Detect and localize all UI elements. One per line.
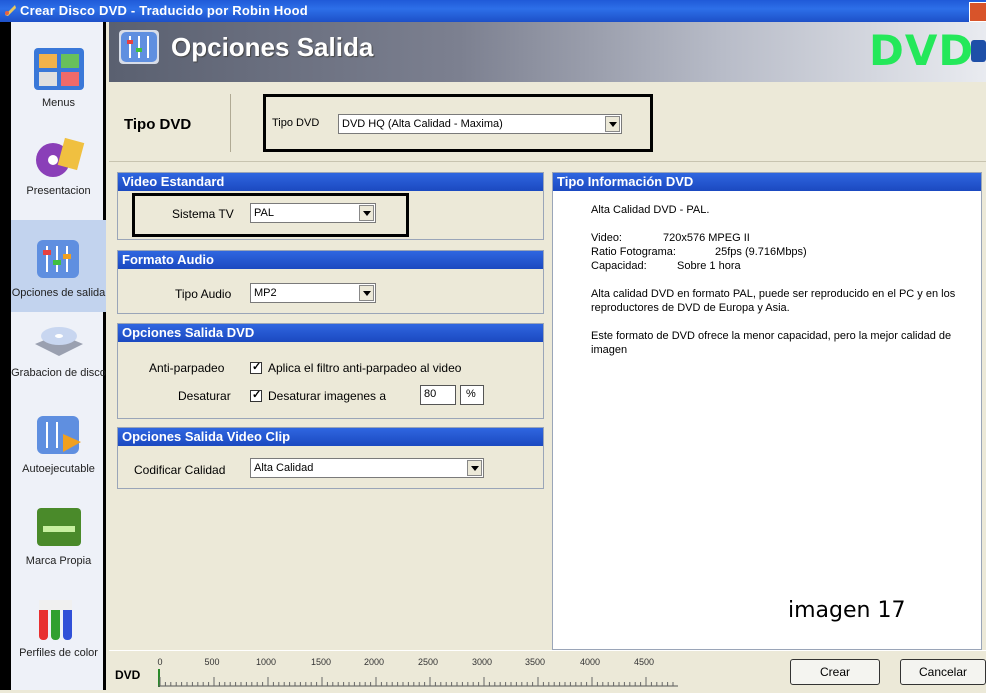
presentation-icon [35, 137, 84, 177]
image-caption: imagen 17 [788, 598, 906, 623]
cancel-button[interactable]: Cancelar [900, 659, 986, 685]
info-key: Capacidad: [591, 260, 647, 272]
group-title: Opciones Salida DVD [118, 324, 543, 342]
sidebar-item-perfiles-color[interactable]: Perfiles de color [11, 596, 106, 659]
audio-type-select[interactable]: MP2 [250, 283, 376, 303]
info-row-video: Video: 720x576 MPEG II [591, 231, 963, 245]
color-profiles-icon [38, 600, 72, 640]
info-value: 720x576 MPEG II [663, 232, 750, 244]
dvd-type-label: Tipo DVD [272, 117, 320, 129]
desaturate-text: Desaturar imagenes a [268, 389, 387, 403]
sidebar-item-opciones-salida[interactable]: Opciones de salida [11, 220, 106, 312]
sidebar-item-label: Marca Propia [25, 555, 92, 567]
info-row-capacity: Capacidad: Sobre 1 hora [591, 259, 963, 273]
group-title: Formato Audio [118, 251, 543, 269]
info-body: Alta Calidad DVD - PAL. Video: 720x576 M… [591, 203, 963, 371]
scale-tick: 4500 [633, 657, 655, 667]
dvd-badge: DVD [869, 26, 975, 75]
sidebar-item-marca-propia[interactable]: Marca Propia [11, 504, 106, 567]
scale-tick: 1500 [310, 657, 332, 667]
capacity-meter: 0 500 1000 1500 2000 2500 3000 3500 4000… [148, 655, 678, 690]
close-window-button[interactable] [969, 2, 986, 22]
create-button[interactable]: Crear [790, 659, 880, 685]
info-panel-title: Tipo Información DVD [553, 173, 981, 191]
dvd-info-panel: Tipo Información DVD Alta Calidad DVD - … [552, 172, 982, 650]
scale-tick: 2000 [363, 657, 385, 667]
window-title: Crear Disco DVD - Traducido por Robin Ho… [20, 3, 308, 18]
sidebar-item-label: Presentacion [26, 185, 91, 197]
tv-system-label: Sistema TV [172, 207, 234, 221]
chevron-down-icon[interactable] [359, 205, 374, 221]
dvd-type-select[interactable]: DVD HQ (Alta Calidad - Maxima) [338, 114, 622, 134]
audio-type-label: Tipo Audio [175, 287, 232, 301]
branding-icon [36, 508, 81, 546]
encode-quality-select[interactable]: Alta Calidad [250, 458, 484, 478]
disc-burn-icon [34, 327, 83, 356]
info-row-ratio: Ratio Fotograma: 25fps (9.716Mbps) [591, 245, 963, 259]
window-title-bar[interactable]: Crear Disco DVD - Traducido por Robin Ho… [0, 0, 986, 22]
tv-system-value: PAL [254, 207, 274, 219]
sidebar-item-label: Opciones de salida [11, 287, 106, 299]
audio-type-value: MP2 [254, 287, 277, 299]
chevron-down-icon[interactable] [359, 285, 374, 301]
output-options-icon [36, 240, 79, 278]
autorun-icon [36, 416, 81, 454]
sidebar-item-presentacion[interactable]: Presentacion [11, 134, 106, 197]
page-header: Opciones Salida DVD [109, 22, 986, 82]
app-icon [5, 5, 16, 16]
percent-sign: % [460, 385, 484, 405]
info-value: 25fps (9.716Mbps) [715, 246, 807, 258]
info-value: Sobre 1 hora [677, 260, 741, 272]
output-options-icon [119, 30, 159, 64]
sidebar-item-label: Menus [41, 97, 76, 109]
dvd-type-section-label: Tipo DVD [124, 116, 192, 133]
sidebar-item-grabacion[interactable]: Grabacion de disco [11, 316, 106, 379]
sidebar-item-label: Perfiles de color [19, 647, 98, 659]
desaturate-percent-input[interactable]: 80 [420, 385, 456, 405]
antiflicker-label: Anti-parpadeo [149, 361, 225, 375]
scale-tick: 4000 [579, 657, 601, 667]
sidebar-item-label: Grabacion de disco [11, 367, 106, 379]
sidebar-item-label: Autoejecutable [22, 463, 95, 475]
encode-quality-label: Codificar Calidad [134, 463, 226, 477]
antiflicker-checkbox[interactable] [250, 360, 262, 374]
scale-tick: 0 [157, 657, 163, 667]
dvd-type-value: DVD HQ (Alta Calidad - Maxima) [342, 118, 503, 130]
info-paragraph: Alta calidad DVD en formato PAL, puede s… [591, 288, 956, 314]
sidebar-item-menus[interactable]: Menus [11, 46, 106, 109]
group-title: Video Estandard [118, 173, 543, 191]
tv-system-select[interactable]: PAL [250, 203, 376, 223]
scale-tick: 2500 [417, 657, 439, 667]
encode-quality-value: Alta Calidad [254, 462, 314, 474]
sidebar-edge [0, 22, 11, 690]
scale-tick: 3000 [471, 657, 493, 667]
antiflicker-text: Aplica el filtro anti-parpadeo al video [268, 361, 462, 375]
capacity-label: DVD [115, 668, 141, 682]
info-key: Ratio Fotograma: [591, 246, 676, 258]
desaturate-label: Desaturar [178, 389, 231, 403]
scale-tick: 500 [204, 657, 220, 667]
divider [230, 94, 231, 152]
chevron-down-icon[interactable] [605, 116, 620, 132]
desaturate-checkbox[interactable] [250, 388, 262, 402]
page-title: Opciones Salida [171, 32, 374, 62]
info-paragraph: Este formato de DVD ofrece la menor capa… [591, 330, 952, 356]
menus-icon [33, 48, 84, 90]
audio-format-group: Formato Audio [117, 250, 544, 314]
sidebar-item-autoejecutable[interactable]: Autoejecutable [11, 412, 106, 475]
help-icon[interactable] [971, 40, 986, 62]
info-key: Video: [591, 232, 622, 244]
info-line: Alta Calidad DVD - PAL. [591, 204, 710, 216]
group-title: Opciones Salida Video Clip [118, 428, 543, 446]
chevron-down-icon[interactable] [467, 460, 482, 476]
scale-tick: 3500 [524, 657, 546, 667]
scale-tick: 1000 [255, 657, 277, 667]
